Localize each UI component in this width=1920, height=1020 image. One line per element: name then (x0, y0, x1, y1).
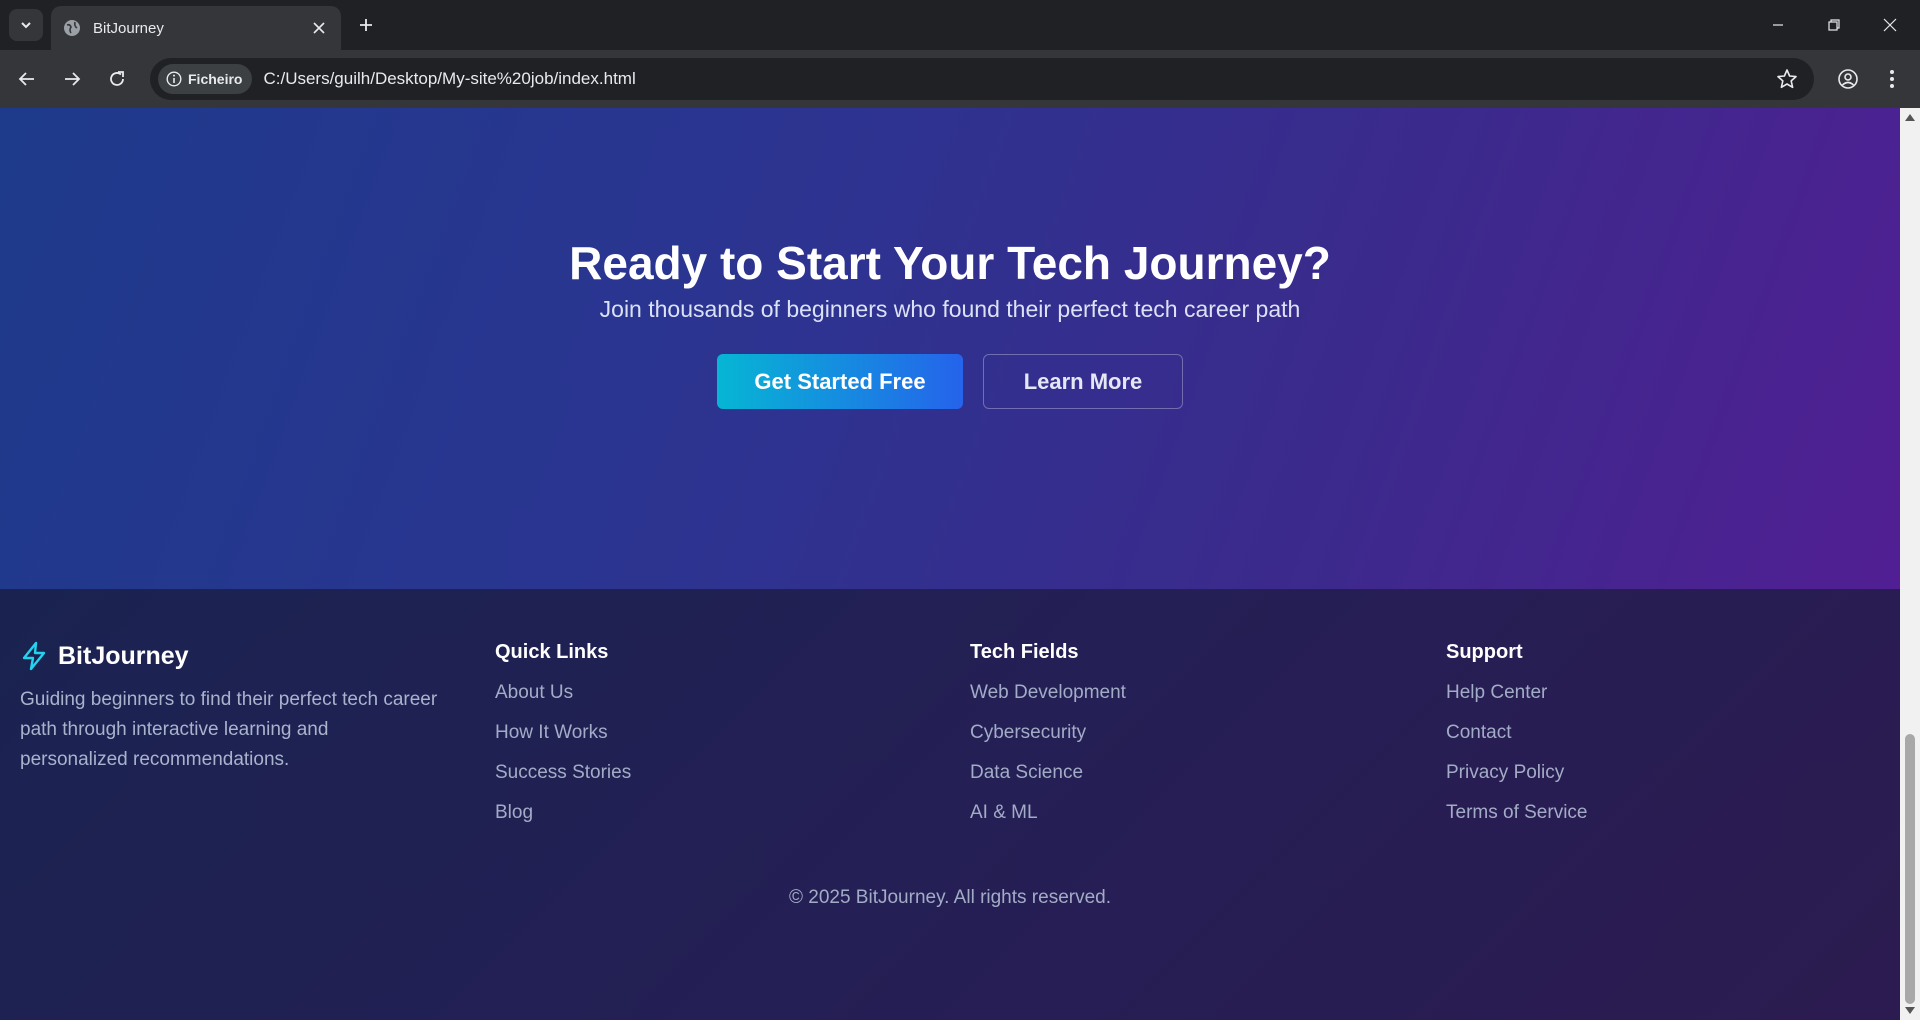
page-scrollbar[interactable] (1900, 108, 1920, 1020)
plus-icon (360, 19, 372, 31)
reload-button[interactable] (101, 63, 133, 95)
cta-section: Ready to Start Your Tech Journey? Join t… (0, 108, 1900, 589)
window-close-button[interactable] (1862, 0, 1918, 50)
footer-link-help-center[interactable]: Help Center (1446, 681, 1587, 721)
footer-column-support: Support Help Center Contact Privacy Poli… (1446, 641, 1587, 841)
forward-button[interactable] (56, 63, 88, 95)
footer-link-about-us[interactable]: About Us (495, 681, 631, 721)
brand-description: Guiding beginners to find their perfect … (20, 689, 438, 770)
footer-column-quick-links: Quick Links About Us How It Works Succes… (495, 641, 631, 841)
restore-icon (1828, 19, 1840, 31)
footer-link-ai-ml[interactable]: AI & ML (970, 801, 1126, 841)
star-icon[interactable] (1776, 68, 1798, 90)
profile-button[interactable] (1832, 63, 1864, 95)
footer-column-tech-fields: Tech Fields Web Development Cybersecurit… (970, 641, 1126, 841)
scroll-down-arrow-icon[interactable] (1905, 1007, 1915, 1014)
scroll-thumb[interactable] (1905, 734, 1915, 1004)
profile-icon (1838, 69, 1858, 89)
restore-button[interactable] (1806, 0, 1862, 50)
browser-titlebar: BitJourney (0, 0, 1920, 50)
url-text[interactable]: C:/Users/guilh/Desktop/My-site%20job/ind… (263, 69, 635, 89)
footer-link-terms-of-service[interactable]: Terms of Service (1446, 801, 1587, 841)
footer-link-web-development[interactable]: Web Development (970, 681, 1126, 721)
browser-toolbar: Ficheiro C:/Users/guilh/Desktop/My-site%… (0, 50, 1920, 108)
brand-name: BitJourney (58, 641, 189, 670)
back-arrow-icon (18, 72, 34, 86)
back-button[interactable] (11, 63, 43, 95)
scroll-up-arrow-icon[interactable] (1905, 114, 1915, 121)
lightning-bolt-icon (22, 641, 46, 671)
info-icon (166, 71, 182, 87)
page-viewport: Ready to Start Your Tech Journey? Join t… (0, 108, 1900, 1020)
close-icon[interactable] (309, 18, 329, 38)
forward-arrow-icon (65, 72, 81, 86)
copyright-text: © 2025 BitJourney. All rights reserved. (788, 887, 1112, 908)
footer-link-blog[interactable]: Blog (495, 801, 631, 841)
column-title: Support (1446, 641, 1523, 663)
footer-link-cybersecurity[interactable]: Cybersecurity (970, 721, 1126, 761)
tab-search-button[interactable] (9, 9, 43, 41)
cta-subtitle: Join thousands of beginners who found th… (599, 296, 1301, 322)
globe-icon (63, 19, 81, 37)
reload-icon (110, 71, 124, 86)
footer-link-data-science[interactable]: Data Science (970, 761, 1126, 801)
menu-button[interactable] (1876, 63, 1908, 95)
learn-more-button[interactable]: Learn More (983, 354, 1183, 409)
tab-search-icon (21, 22, 31, 29)
footer-brand[interactable]: BitJourney (20, 641, 189, 671)
cta-title: Ready to Start Your Tech Journey? (569, 237, 1331, 289)
column-title: Quick Links (495, 641, 609, 663)
footer-link-contact[interactable]: Contact (1446, 721, 1587, 761)
footer-link-privacy-policy[interactable]: Privacy Policy (1446, 761, 1587, 801)
footer-link-how-it-works[interactable]: How It Works (495, 721, 631, 761)
close-icon (1883, 18, 1897, 32)
site-info-chip[interactable]: Ficheiro (158, 64, 253, 94)
site-footer: BitJourney Guiding beginners to find the… (0, 589, 1900, 1020)
footer-link-success-stories[interactable]: Success Stories (495, 761, 631, 801)
tab-title: BitJourney (93, 19, 164, 37)
minimize-button[interactable] (1750, 0, 1806, 50)
browser-tab[interactable]: BitJourney (51, 6, 341, 50)
kebab-menu-icon (1890, 70, 1894, 88)
address-bar[interactable]: Ficheiro C:/Users/guilh/Desktop/My-site%… (150, 58, 1814, 100)
minimize-icon (1773, 24, 1783, 26)
new-tab-button[interactable] (352, 11, 380, 39)
column-title: Tech Fields (970, 641, 1079, 663)
get-started-button[interactable]: Get Started Free (717, 354, 963, 409)
security-chip-label: Ficheiro (188, 71, 243, 87)
